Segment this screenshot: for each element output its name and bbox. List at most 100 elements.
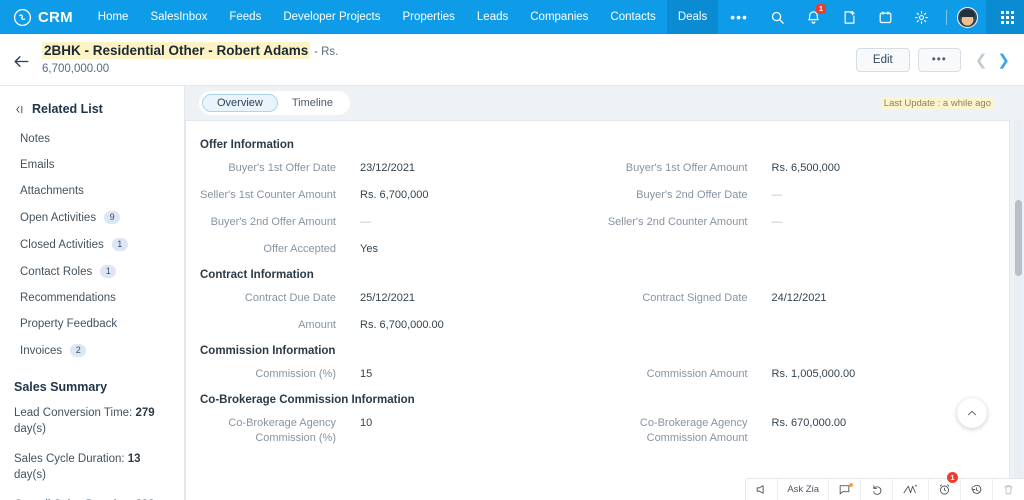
trash-icon[interactable]	[993, 479, 1024, 500]
nav-item-companies[interactable]: Companies	[519, 0, 599, 34]
field-value[interactable]: 10	[336, 416, 598, 431]
nav-item-feeds[interactable]: Feeds	[218, 0, 272, 34]
field-value[interactable]: Rs. 1,005,000.00	[748, 367, 1010, 382]
field-column-right: Commission Amount Rs. 1,005,000.00	[598, 361, 1010, 388]
brand-name: CRM	[38, 8, 73, 26]
sidebar-item-count: 1	[100, 265, 117, 278]
sidebar-item-property-feedback[interactable]: Property Feedback	[0, 311, 184, 337]
tab-timeline[interactable]: Timeline	[278, 94, 347, 112]
field-row: Commission (%) 15	[186, 361, 598, 388]
calendar-icon[interactable]	[873, 0, 899, 34]
field-value[interactable]: 23/12/2021	[336, 161, 598, 176]
add-note-icon[interactable]	[837, 0, 863, 34]
sidebar-item-label: Invoices	[20, 344, 63, 357]
top-nav-actions: 1	[760, 0, 1024, 34]
next-record-button[interactable]: ❯	[997, 51, 1010, 69]
previous-record-button[interactable]: ❮	[975, 51, 988, 69]
field-value[interactable]: 15	[336, 367, 598, 382]
field-value[interactable]: —	[336, 215, 598, 230]
edit-button[interactable]: Edit	[855, 47, 910, 72]
zia-voice-icon[interactable]	[893, 478, 929, 500]
nav-divider	[945, 9, 947, 25]
collapse-panel-icon[interactable]	[14, 104, 25, 115]
field-column-right: Co-Brokerage Agency Commission Amount Rs…	[598, 410, 1010, 452]
stat-lead-conversion-time: Lead Conversion Time: 279 day(s)	[0, 398, 184, 444]
sidebar-item-count: 9	[104, 211, 121, 224]
nav-item-home[interactable]: Home	[87, 0, 140, 34]
alarm-icon[interactable]: 1	[929, 471, 961, 500]
record-amount: 6,700,000.00	[42, 62, 110, 75]
ask-zia-button[interactable]: Ask Zia	[778, 478, 829, 500]
sidebar-item-count: 1	[111, 238, 128, 251]
app-switcher-icon[interactable]	[985, 0, 1024, 34]
scroll-to-top-button[interactable]	[957, 398, 987, 428]
record-subheader: 2BHK - Residential Other - Robert Adams …	[0, 34, 1024, 86]
field-row: Contract Due Date 25/12/2021	[186, 285, 598, 312]
sidebar-item-recommendations[interactable]: Recommendations	[0, 285, 184, 311]
field-value[interactable]: —	[748, 188, 1010, 203]
back-button[interactable]	[0, 48, 42, 71]
brand-logo-area[interactable]: CRM	[0, 0, 87, 34]
field-value[interactable]: Yes	[336, 242, 598, 257]
field-value[interactable]: —	[748, 215, 1010, 230]
field-row: Buyer's 2nd Offer Amount —	[186, 209, 598, 236]
field-grid: Contract Due Date 25/12/2021 Amount Rs. …	[186, 285, 1009, 339]
chat-icon[interactable]	[829, 478, 861, 500]
stat-suffix: day(s)	[14, 423, 46, 435]
field-row: Contract Signed Date 24/12/2021	[598, 285, 1010, 312]
sidebar-item-closed-activities[interactable]: Closed Activities 1	[0, 231, 184, 258]
sidebar-item-label: Recommendations	[20, 292, 116, 304]
field-value[interactable]: 25/12/2021	[336, 291, 598, 306]
nav-item-contacts[interactable]: Contacts	[599, 0, 666, 34]
field-label: Amount	[298, 319, 336, 331]
field-value[interactable]: Rs. 6,700,000.00	[336, 318, 598, 333]
notifications-bell-icon[interactable]: 1	[801, 0, 827, 34]
vertical-scrollbar[interactable]	[1014, 120, 1023, 500]
nav-item-deals[interactable]: Deals	[666, 0, 719, 34]
sidebar-item-attachments[interactable]: Attachments	[0, 178, 184, 204]
field-label: Buyer's 2nd Offer Date	[636, 189, 748, 201]
field-value[interactable]: 24/12/2021	[748, 291, 1010, 306]
sidebar-item-open-activities[interactable]: Open Activities 9	[0, 204, 184, 231]
search-icon[interactable]	[765, 0, 791, 34]
scrollbar-thumb[interactable]	[1015, 200, 1022, 276]
user-avatar[interactable]	[956, 6, 978, 28]
nav-item-developer-projects[interactable]: Developer Projects	[272, 0, 391, 34]
history-icon[interactable]	[961, 478, 993, 500]
field-row: Buyer's 1st Offer Date 23/12/2021	[186, 155, 598, 182]
field-value[interactable]: Rs. 6,500,000	[748, 161, 1010, 176]
related-list-header: Related List	[0, 98, 184, 126]
field-label: Contract Due Date	[244, 292, 336, 304]
field-label: Commission (%)	[255, 368, 336, 380]
nav-item-leads[interactable]: Leads	[466, 0, 519, 34]
megaphone-icon[interactable]	[746, 478, 779, 500]
sales-summary-title: Sales Summary	[14, 380, 108, 394]
stat-label: Sales Cycle Duration:	[14, 453, 128, 465]
field-label: Buyer's 2nd Offer Amount	[210, 216, 336, 228]
tab-group: Overview Timeline	[199, 91, 351, 115]
settings-gear-icon[interactable]	[909, 0, 935, 34]
sidebar-item-contact-roles[interactable]: Contact Roles 1	[0, 258, 184, 285]
sidebar-item-label: Contact Roles	[20, 265, 93, 278]
sidebar-item-notes[interactable]: Notes	[0, 126, 184, 152]
field-column-left: Contract Due Date 25/12/2021 Amount Rs. …	[186, 285, 598, 339]
overview-content-card: Offer Information Buyer's 1st Offer Date…	[185, 120, 1010, 500]
field-value[interactable]: Rs. 6,700,000	[336, 188, 598, 203]
sidebar-item-invoices[interactable]: Invoices 2	[0, 337, 184, 364]
nav-item-properties[interactable]: Properties	[391, 0, 465, 34]
sidebar-item-label: Closed Activities	[20, 238, 104, 251]
overview-scroll-area[interactable]: Offer Information Buyer's 1st Offer Date…	[186, 121, 1009, 500]
left-sidebar: Related List Notes Emails Attachments Op…	[0, 86, 185, 500]
crm-logo-icon	[13, 8, 32, 27]
undo-icon[interactable]	[861, 478, 893, 500]
nav-more-button[interactable]: •••	[718, 0, 760, 34]
record-title-line: 2BHK - Residential Other - Robert Adams …	[42, 41, 840, 61]
sidebar-item-emails[interactable]: Emails	[0, 152, 184, 178]
page-title: 2BHK - Residential Other - Robert Adams	[42, 41, 311, 59]
section-commission-information: Commission Information Commission (%) 15	[186, 339, 1009, 388]
more-actions-button[interactable]: •••	[917, 47, 961, 72]
field-label: Co-Brokerage Agency Commission Amount	[639, 417, 748, 444]
field-label: Seller's 2nd Counter Amount	[607, 216, 748, 228]
nav-item-salesinbox[interactable]: SalesInbox	[139, 0, 218, 34]
tab-overview[interactable]: Overview	[202, 94, 278, 112]
